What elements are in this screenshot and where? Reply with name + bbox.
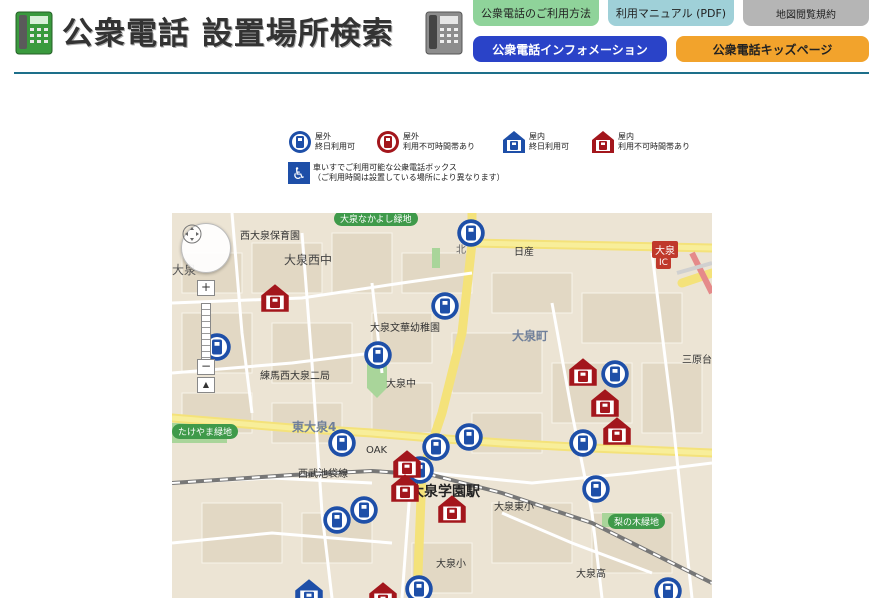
outdoor-24h-marker[interactable] (404, 574, 434, 598)
usage-guide-button[interactable]: 公衆電話のご利用方法 (473, 0, 599, 26)
indoor-limited-marker[interactable] (368, 581, 398, 598)
legend-outdoor-24h-l1: 屋外 (315, 132, 331, 141)
map-label-oizumi-higashi-es: 大泉東小 (494, 502, 534, 513)
legend-outdoor-limited-l1: 屋外 (403, 132, 419, 141)
wheelchair-icon: ♿ (288, 162, 310, 184)
legend-indoor-24h: 屋内 終日利用可 (502, 130, 569, 154)
map-label-oizumi-es: 大泉小 (436, 559, 466, 570)
indoor-24h-marker[interactable] (294, 578, 324, 598)
map-view[interactable]: 大泉なかよし緑地 西大泉保育園 大泉 大泉西中 北 日産 大泉 IC 大泉文華幼… (172, 213, 712, 598)
legend-indoor-limited: 屋内 利用不可時間帯あり (591, 130, 690, 154)
header-divider (14, 72, 869, 74)
green-payphone-icon (15, 11, 53, 55)
map-label-nishi-oizumi-nursery: 西大泉保育園 (240, 231, 300, 242)
map-label-oizumi-ic: 大泉 (652, 241, 678, 258)
zoom-out-button[interactable]: − (197, 359, 215, 375)
outdoor-24h-marker[interactable] (568, 428, 598, 458)
zoom-min-button[interactable]: ▲ (197, 377, 215, 393)
blue-house-phone-icon (503, 131, 525, 153)
move-arrows-icon (182, 224, 202, 244)
indoor-limited-marker[interactable] (390, 473, 420, 503)
map-label-oizumi-bunka: 大泉文華幼稚園 (370, 323, 440, 334)
red-circle-phone-icon (377, 131, 399, 153)
outdoor-24h-marker[interactable] (430, 291, 460, 321)
map-label-oizumi-nishi-jhs: 大泉西中 (284, 253, 333, 267)
map-pan-control[interactable] (181, 223, 231, 273)
legend-indoor-limited-l2: 利用不可時間帯あり (618, 142, 690, 151)
map-label-oizumi-nakayoshi: 大泉なかよし緑地 (334, 213, 418, 226)
legend-outdoor-limited: 屋外 利用不可時間帯あり (376, 130, 475, 154)
indoor-limited-marker[interactable] (590, 388, 620, 418)
outdoor-24h-marker[interactable] (322, 505, 352, 535)
indoor-limited-marker[interactable] (437, 494, 467, 524)
outdoor-24h-marker[interactable] (454, 422, 484, 452)
legend-indoor-24h-l2: 終日利用可 (529, 142, 569, 151)
legend-wheelchair: ♿ 車いすでご利用可能な公衆電話ボックス （ご利用時間は設置している場所により異な… (288, 162, 505, 184)
indoor-limited-marker[interactable] (568, 357, 598, 387)
legend-outdoor-24h: 屋外 終日利用可 (288, 130, 355, 154)
map-label-ic: IC (656, 257, 671, 269)
map-label-nerima-nishi: 練馬西大泉二局 (260, 371, 330, 382)
legend-indoor-24h-l1: 屋内 (529, 132, 545, 141)
indoor-limited-marker[interactable] (602, 416, 632, 446)
legend-indoor-limited-l1: 屋内 (618, 132, 634, 141)
legend-wheelchair-l2: （ご利用時間は設置している場所により異なります） (313, 173, 505, 182)
map-label-oak: OAK (366, 445, 388, 456)
zoom-slider[interactable] (201, 303, 211, 365)
map-label-oizumi-chu: 大泉中 (386, 379, 416, 390)
page-title: 公衆電話 設置場所検索 (62, 16, 394, 52)
outdoor-24h-marker[interactable] (600, 359, 630, 389)
map-label-sanpara: 三原台 (682, 355, 712, 366)
kids-page-button[interactable]: 公衆電話キッズページ (676, 36, 869, 62)
map-base (172, 213, 712, 598)
indoor-limited-marker[interactable] (260, 283, 290, 313)
payphone-info-button[interactable]: 公衆電話インフォメーション (473, 36, 667, 62)
map-terms-button[interactable]: 地図閲覧規約 (743, 0, 869, 26)
outdoor-24h-marker[interactable] (363, 340, 393, 370)
outdoor-24h-marker[interactable] (327, 428, 357, 458)
manual-pdf-button[interactable]: 利用マニュアル (PDF) (608, 0, 734, 26)
map-label-nashi: 梨の木緑地 (608, 514, 666, 529)
map-label-oizumi-hs: 大泉高 (576, 569, 606, 580)
outdoor-24h-marker[interactable] (349, 495, 379, 525)
site-header: 公衆電話 設置場所検索 公衆電話のご利用方法 利用マニュアル (PDF) 地図閲… (0, 0, 879, 76)
map-label-takeyama: たけやま緑地 (172, 424, 239, 439)
map-label-seibu-line: 西武池袋線 (298, 469, 348, 480)
legend-outdoor-24h-l2: 終日利用可 (315, 142, 355, 151)
red-house-phone-icon (592, 131, 614, 153)
legend-wheelchair-l1: 車いすでご利用可能な公衆電話ボックス (313, 163, 457, 172)
blue-circle-phone-icon (289, 131, 311, 153)
map-label-nisseki: 日産 (514, 247, 534, 258)
outdoor-24h-marker[interactable] (456, 218, 486, 248)
legend-outdoor-limited-l2: 利用不可時間帯あり (403, 142, 475, 151)
outdoor-24h-marker[interactable] (581, 474, 611, 504)
map-label-oizumi-town: 大泉町 (512, 329, 549, 343)
gray-payphone-icon (425, 11, 463, 55)
outdoor-24h-marker[interactable] (653, 576, 683, 598)
legend: 屋外 終日利用可 屋外 利用不可時間帯あり 屋内 終日利用可 屋内 利用不可時間帯あり … (288, 130, 718, 188)
zoom-in-button[interactable]: + (197, 280, 215, 296)
